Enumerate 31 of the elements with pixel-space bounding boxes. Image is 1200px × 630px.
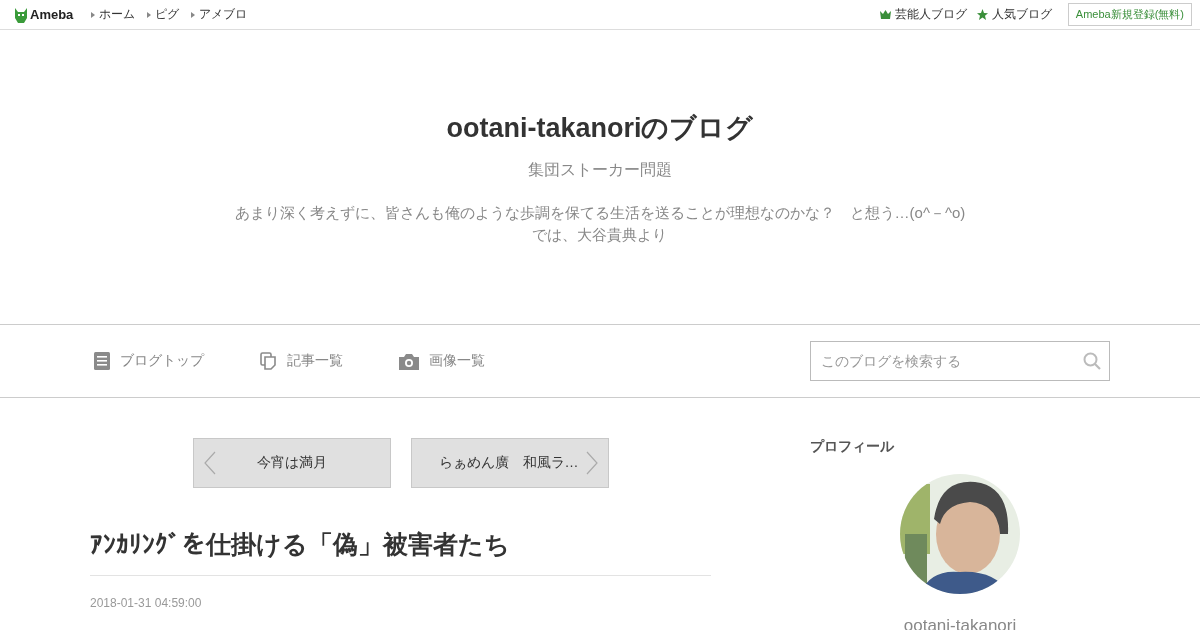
ranking-link[interactable]: 人気ブログ: [976, 6, 1052, 23]
article-title[interactable]: ｱﾝｶﾘﾝｸﾞを仕掛ける「偽」被害者たち: [90, 528, 711, 576]
article-date: 2018-01-31 04:59:00: [90, 596, 203, 610]
crown-icon: [879, 10, 891, 19]
signup-button[interactable]: Ameba新規登録(無料): [1067, 3, 1192, 26]
pages-icon: [260, 352, 277, 370]
star-icon: [976, 9, 988, 20]
blog-description: では、大谷貴典より: [532, 225, 668, 245]
nav-link[interactable]: アメブロ: [191, 6, 248, 23]
previous-entry-button[interactable]: 今宵は満月: [192, 438, 391, 488]
blog-subtitle: 集団ストーカー問題: [528, 160, 672, 180]
search-field[interactable]: このブログを検索する: [810, 341, 1110, 381]
blog-title[interactable]: ootani-takanoriのブログ: [446, 110, 754, 146]
ranking-link[interactable]: 芸能人ブログ: [879, 6, 967, 23]
menu-link[interactable]: 記事一覧: [256, 352, 343, 370]
triangle-icon: [191, 11, 196, 18]
document-icon: [94, 352, 110, 370]
nav-link[interactable]: ホーム: [91, 6, 136, 23]
chevron-left-icon: [203, 451, 216, 475]
menu-link[interactable]: ブログトップ: [90, 352, 204, 370]
logo-link[interactable]: Ameba: [14, 5, 74, 24]
camera-icon: [399, 352, 419, 370]
blog-description: あまり深く考えずに、皆さんも俺のような歩調を保てる生活を送ることが理想なのかな？ と想う…(o^－^o): [234, 203, 966, 223]
next-entry-button[interactable]: らぁめん廣 和風ラ…: [410, 438, 609, 488]
triangle-icon: [147, 11, 152, 18]
menu-link[interactable]: 画像一覧: [395, 352, 485, 370]
sidebar-heading: プロフィール: [810, 438, 894, 456]
nav-link[interactable]: ピグ: [147, 6, 180, 23]
search-icon: [1083, 352, 1101, 370]
triangle-icon: [91, 11, 96, 18]
chevron-right-icon: [585, 451, 598, 475]
